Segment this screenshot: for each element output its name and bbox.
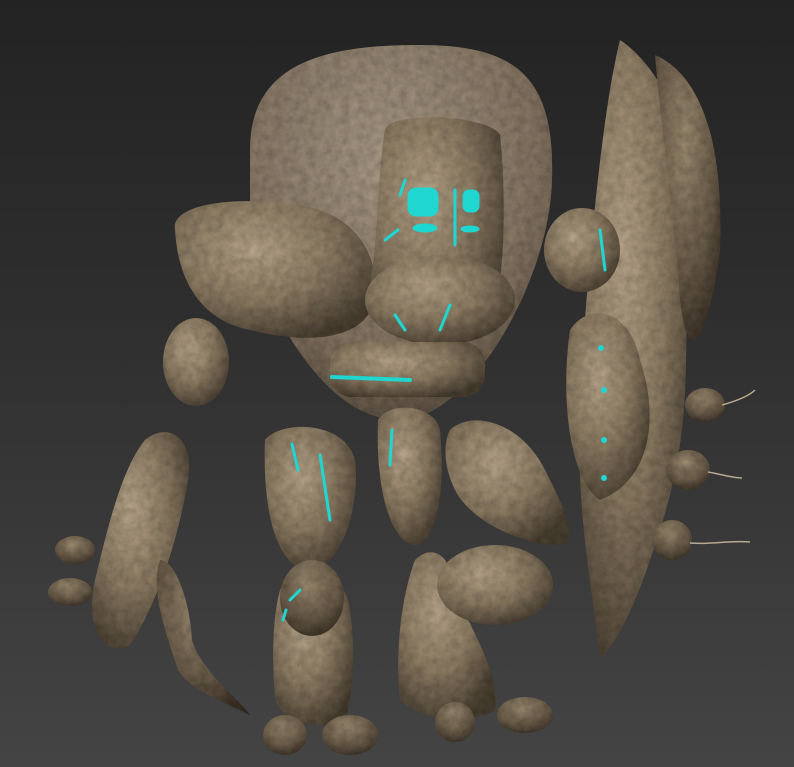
muzzle <box>365 255 515 345</box>
finger-1 <box>685 388 725 422</box>
right-knee <box>437 545 553 625</box>
left-finger-2 <box>48 578 92 606</box>
foot-4 <box>497 697 553 733</box>
shoulder <box>544 208 620 292</box>
finger-3 <box>652 520 692 560</box>
finger-2 <box>666 450 710 490</box>
knee <box>280 560 344 636</box>
foot-3 <box>435 702 475 742</box>
3d-viewport[interactable] <box>0 0 794 767</box>
mouth-glow-1 <box>412 223 438 233</box>
chest <box>330 342 485 397</box>
golem-model <box>48 40 756 755</box>
left-thigh <box>264 426 356 571</box>
eye-right <box>462 189 480 213</box>
foot-1 <box>263 715 307 755</box>
left-finger-1 <box>55 536 95 564</box>
pelvis-stone <box>377 407 442 546</box>
left-stone <box>163 318 229 406</box>
left-claw <box>156 560 250 715</box>
right-thigh <box>445 420 570 545</box>
rune-pelvis <box>388 428 394 467</box>
foot-2 <box>322 715 378 755</box>
eye-left <box>407 187 439 217</box>
mouth-glow-2 <box>460 225 480 233</box>
